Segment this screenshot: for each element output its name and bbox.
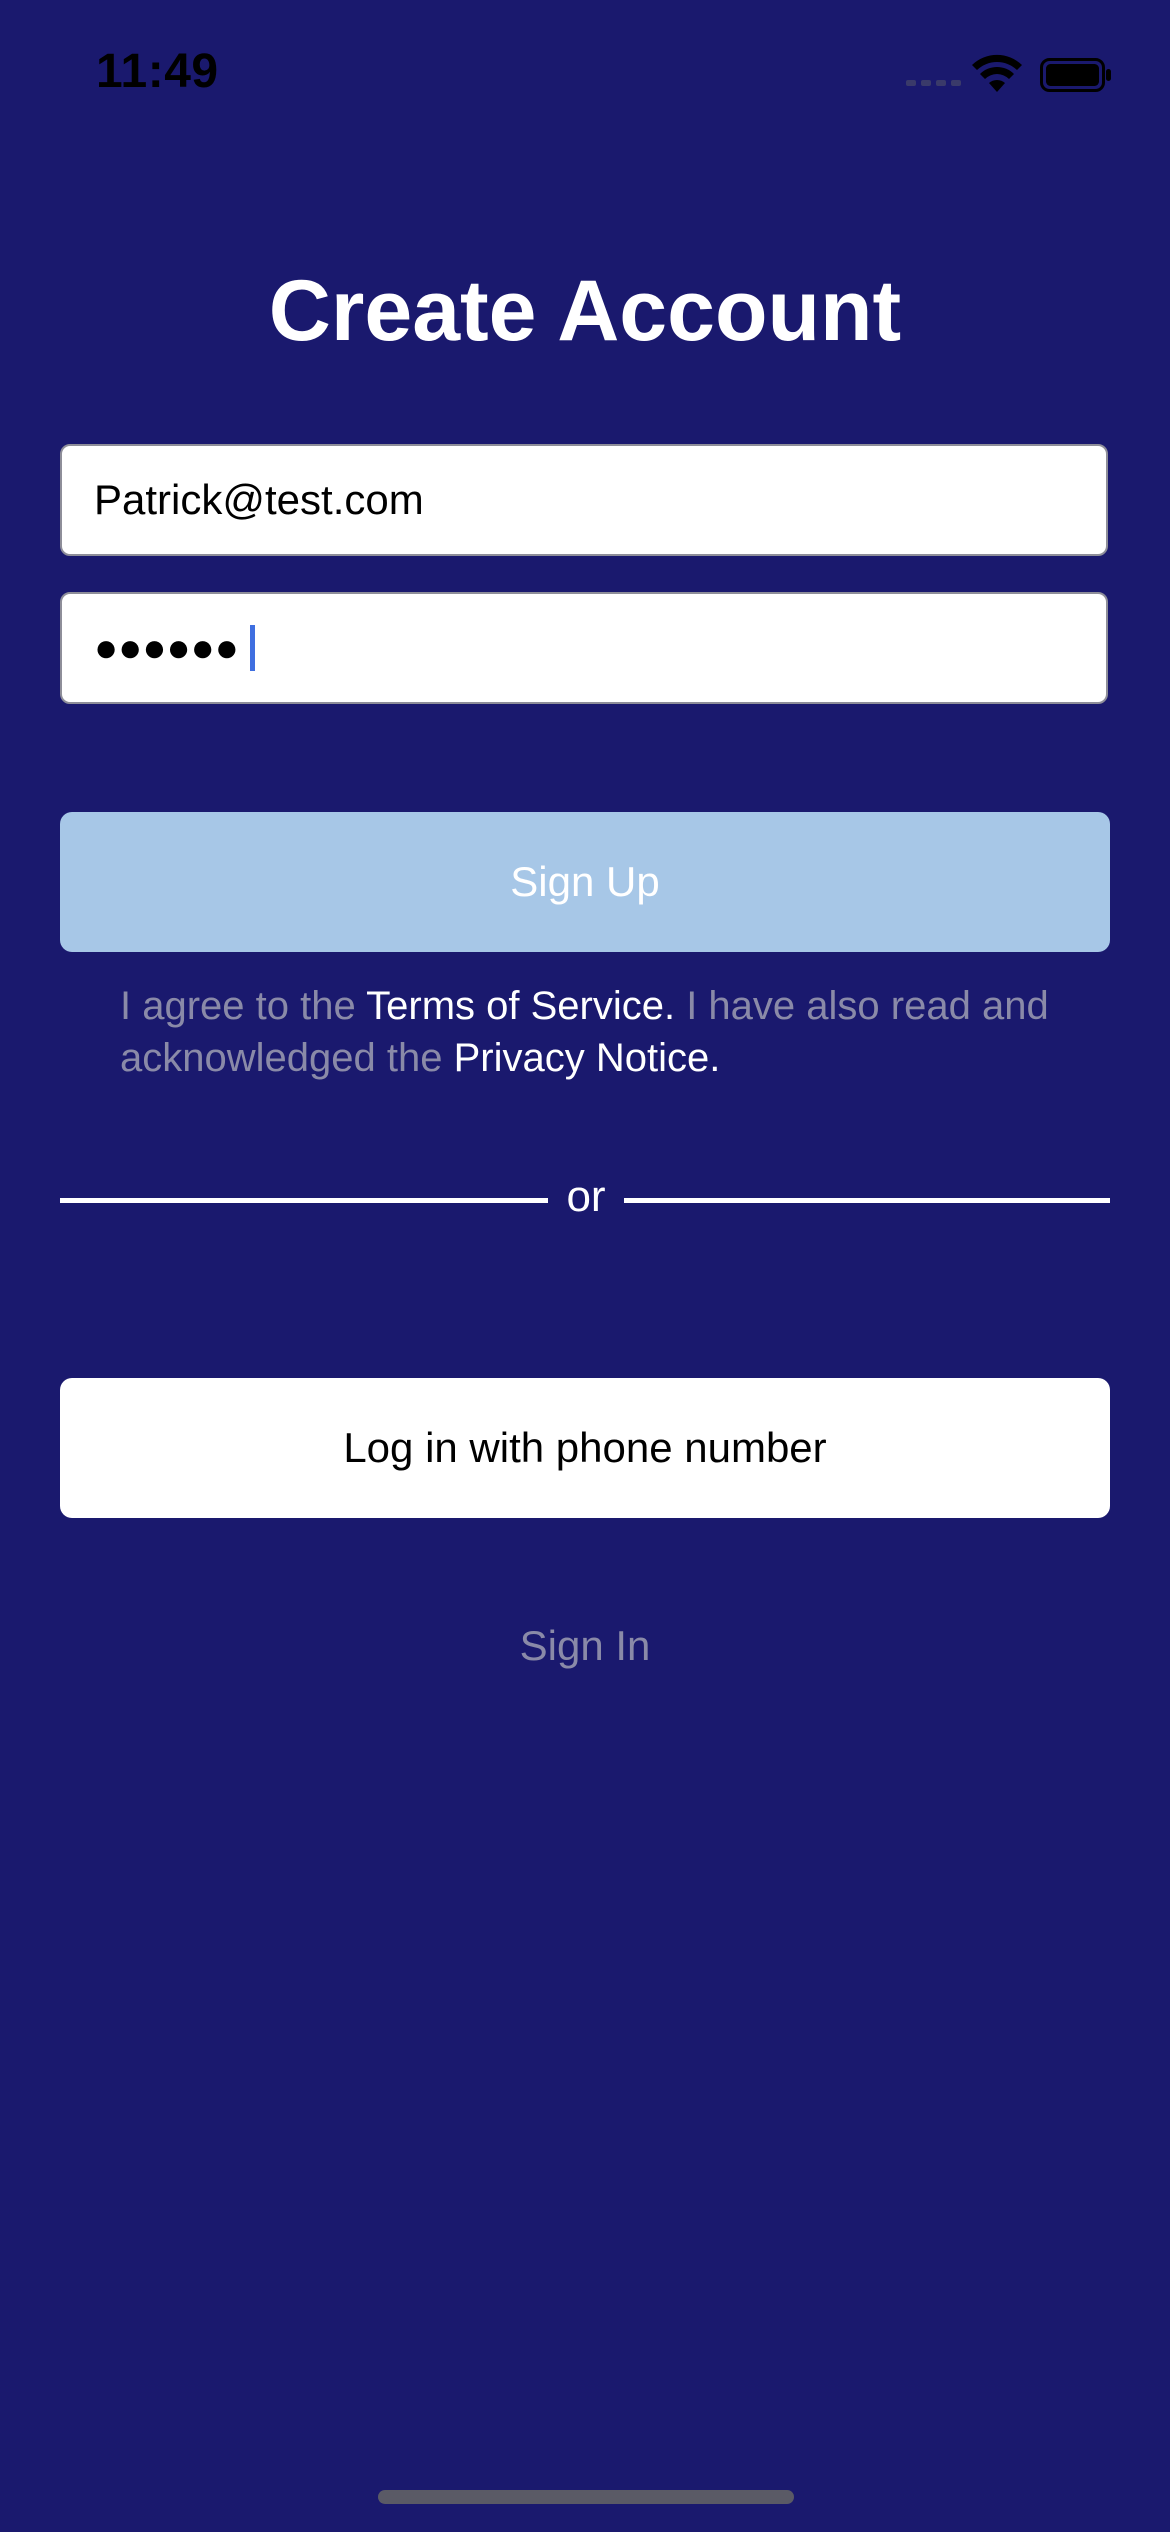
legal-agreement-text: I agree to the Terms of Service. I have … <box>120 980 1080 1084</box>
page-title: Create Account <box>268 263 902 359</box>
password-dots: ●●●●●● <box>94 625 239 670</box>
battery-icon <box>1040 58 1111 92</box>
divider-line-right <box>624 1198 1110 1203</box>
sign-in-link[interactable]: Sign In <box>0 1622 1170 1670</box>
home-indicator[interactable] <box>378 2490 794 2504</box>
sign-up-button-label: Sign Up <box>510 858 660 905</box>
divider-line-left <box>60 1198 548 1203</box>
wifi-icon <box>972 54 1022 92</box>
legal-text-part1: I agree to the <box>120 984 367 1028</box>
cellular-signal-icon <box>906 74 962 86</box>
password-field[interactable]: ●●●●●● <box>60 592 1108 704</box>
phone-login-button-label: Log in with phone number <box>343 1424 827 1471</box>
terms-of-service-link[interactable]: Terms of Service. <box>366 984 675 1028</box>
divider-label: or <box>566 1172 606 1221</box>
text-caret <box>249 625 255 671</box>
sign-up-button[interactable]: Sign Up <box>60 812 1110 952</box>
email-field[interactable]: Patrick@test.com <box>60 444 1108 556</box>
password-mask: ●●●●●● <box>94 594 255 702</box>
email-value: Patrick@test.com <box>94 476 424 523</box>
privacy-notice-link[interactable]: Privacy Notice. <box>454 1036 721 1080</box>
phone-login-button[interactable]: Log in with phone number <box>60 1378 1110 1518</box>
status-time: 11:49 <box>96 45 219 98</box>
